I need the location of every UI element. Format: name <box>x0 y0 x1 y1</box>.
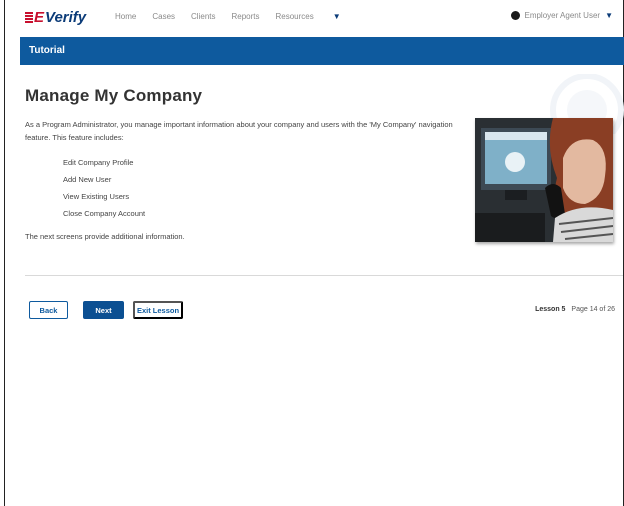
user-name: Employer Agent User <box>524 11 601 20</box>
logo-e: E <box>34 9 45 26</box>
page-count: Page 14 of 26 <box>571 306 615 313</box>
woman-on-phone-photo <box>475 118 613 242</box>
nav-cases[interactable]: Cases <box>152 12 175 21</box>
back-button[interactable]: Back <box>29 301 68 319</box>
next-button[interactable]: Next <box>83 301 124 319</box>
section-divider <box>25 275 623 276</box>
exit-lesson-link[interactable]: Exit Lesson <box>133 301 183 319</box>
user-icon <box>511 11 521 20</box>
everify-logo[interactable]: E Verify <box>25 9 86 26</box>
nav-home[interactable]: Home <box>115 12 136 21</box>
page-frame: E Verify Home Cases Clients Reports Reso… <box>4 0 624 506</box>
main-nav: Home Cases Clients Reports Resources ▼ <box>115 12 373 21</box>
feature-item: Close Company Account <box>63 209 146 218</box>
flag-icon <box>25 11 33 24</box>
tutorial-bar: Tutorial <box>20 37 624 65</box>
nav-reports[interactable]: Reports <box>231 12 259 21</box>
logo-verify: Verify <box>45 9 87 26</box>
chevron-down-icon: ▼ <box>332 12 341 21</box>
user-menu[interactable]: Employer Agent User ▼ <box>511 11 613 20</box>
lesson-progress: Lesson 5 Page 14 of 26 <box>535 306 615 313</box>
chevron-down-icon: ▼ <box>605 11 613 20</box>
intro-text: As a Program Administrator, you manage i… <box>25 120 453 142</box>
feature-item: View Existing Users <box>63 192 130 201</box>
feature-item: Edit Company Profile <box>63 158 134 167</box>
feature-item: Add New User <box>63 175 112 184</box>
page-title: Manage My Company <box>25 86 203 105</box>
nav-resources[interactable]: Resources ▼ <box>276 12 357 21</box>
tutorial-title: Tutorial <box>29 45 65 56</box>
outro-text: The next screens provide additional info… <box>25 232 185 241</box>
lesson-number: Lesson 5 <box>535 306 566 313</box>
top-navigation: E Verify Home Cases Clients Reports Reso… <box>5 0 623 36</box>
nav-resources-label: Resources <box>275 12 314 21</box>
nav-clients[interactable]: Clients <box>191 12 215 21</box>
feature-list: Edit Company Profile Add New User View E… <box>63 154 145 222</box>
